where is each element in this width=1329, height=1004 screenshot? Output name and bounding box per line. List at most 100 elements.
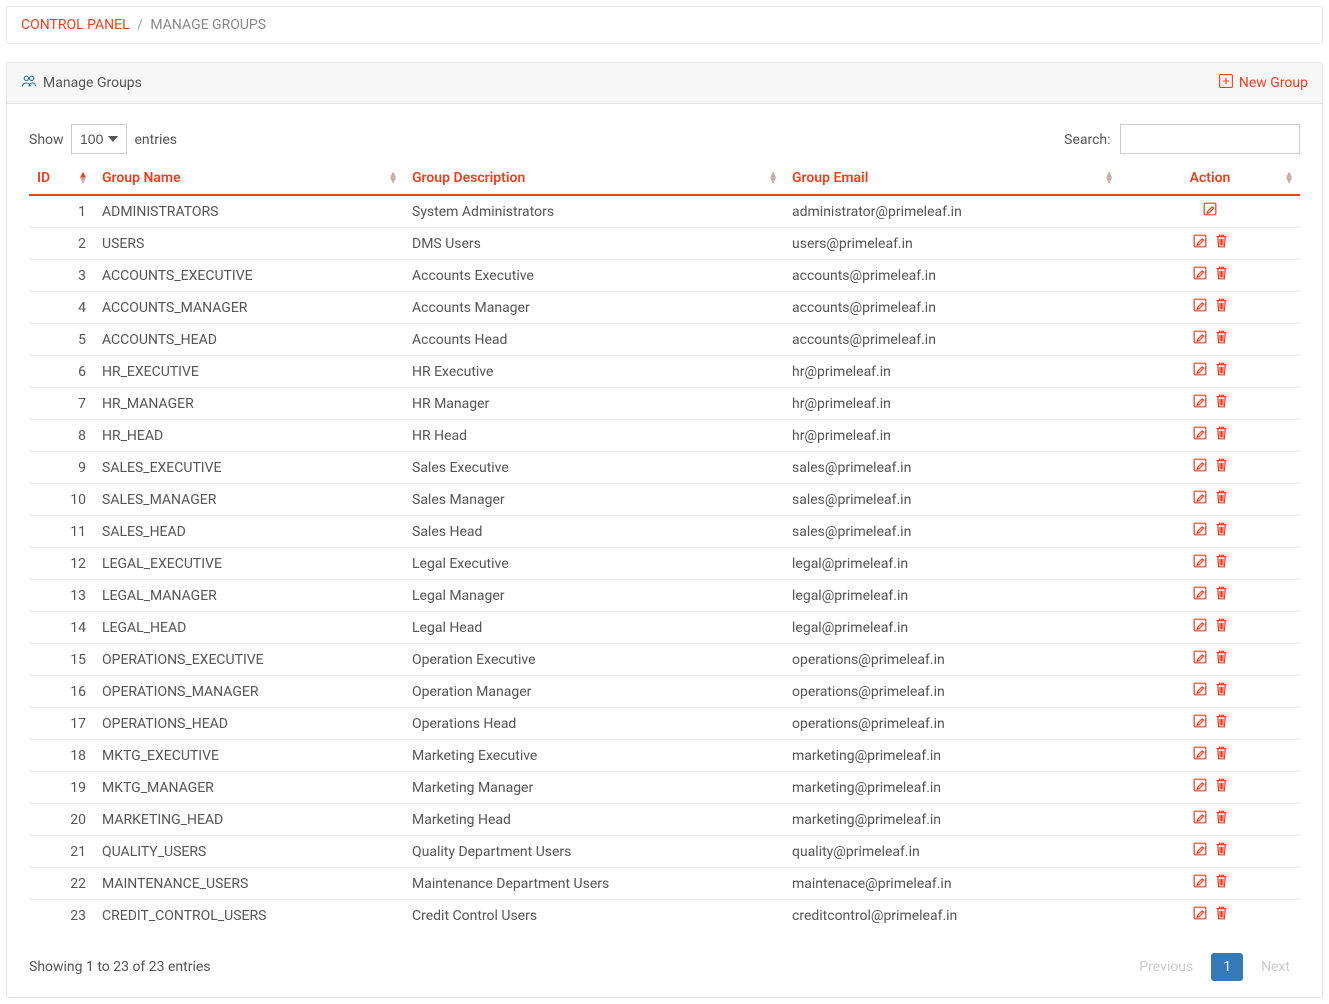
cell-action xyxy=(1120,388,1300,420)
pager-page-1[interactable]: 1 xyxy=(1211,953,1243,981)
cell-action xyxy=(1120,580,1300,612)
delete-icon[interactable] xyxy=(1214,873,1229,889)
col-email[interactable]: Group Email ▲▼ xyxy=(784,164,1120,195)
cell-name: SALES_HEAD xyxy=(94,516,404,548)
delete-icon[interactable] xyxy=(1214,457,1229,473)
col-desc[interactable]: Group Description ▲▼ xyxy=(404,164,784,195)
edit-icon[interactable] xyxy=(1192,713,1208,729)
breadcrumb: CONTROL PANEL / MANAGE GROUPS xyxy=(6,6,1323,44)
length-control: Show 100 entries xyxy=(29,124,177,154)
delete-icon[interactable] xyxy=(1214,777,1229,793)
edit-icon[interactable] xyxy=(1192,585,1208,601)
cell-id: 16 xyxy=(29,676,94,708)
edit-icon[interactable] xyxy=(1192,809,1208,825)
edit-icon[interactable] xyxy=(1192,553,1208,569)
delete-icon[interactable] xyxy=(1214,233,1229,249)
cell-action xyxy=(1120,484,1300,516)
delete-icon[interactable] xyxy=(1214,649,1229,665)
edit-icon[interactable] xyxy=(1192,777,1208,793)
cell-action xyxy=(1120,548,1300,580)
cell-id: 6 xyxy=(29,356,94,388)
edit-icon[interactable] xyxy=(1192,361,1208,377)
groups-table: ID ▲▼ Group Name ▲▼ Group Description ▲▼… xyxy=(29,164,1300,931)
cell-name: CREDIT_CONTROL_USERS xyxy=(94,900,404,932)
new-group-button[interactable]: New Group xyxy=(1218,73,1308,93)
edit-icon[interactable] xyxy=(1192,425,1208,441)
delete-icon[interactable] xyxy=(1214,713,1229,729)
edit-icon[interactable] xyxy=(1192,649,1208,665)
cell-name: LEGAL_EXECUTIVE xyxy=(94,548,404,580)
breadcrumb-root-link[interactable]: CONTROL PANEL xyxy=(21,17,130,33)
cell-action xyxy=(1120,900,1300,932)
cell-id: 8 xyxy=(29,420,94,452)
col-action[interactable]: Action ▲▼ xyxy=(1120,164,1300,195)
table-controls-bottom: Showing 1 to 23 of 23 entries Previous 1… xyxy=(29,953,1300,981)
search-input[interactable] xyxy=(1120,124,1300,154)
cell-desc: Marketing Manager xyxy=(404,772,784,804)
table-row: 10SALES_MANAGERSales Managersales@primel… xyxy=(29,484,1300,516)
sort-icon: ▲▼ xyxy=(388,172,398,184)
edit-icon[interactable] xyxy=(1192,617,1208,633)
cell-id: 3 xyxy=(29,260,94,292)
delete-icon[interactable] xyxy=(1214,329,1229,345)
cell-desc: System Administrators xyxy=(404,195,784,228)
delete-icon[interactable] xyxy=(1214,489,1229,505)
cell-desc: Operation Manager xyxy=(404,676,784,708)
cell-email: users@primeleaf.in xyxy=(784,228,1120,260)
cell-desc: Accounts Executive xyxy=(404,260,784,292)
delete-icon[interactable] xyxy=(1214,361,1229,377)
edit-icon[interactable] xyxy=(1192,329,1208,345)
delete-icon[interactable] xyxy=(1214,393,1229,409)
delete-icon[interactable] xyxy=(1214,521,1229,537)
pager-prev[interactable]: Previous xyxy=(1129,953,1203,981)
delete-icon[interactable] xyxy=(1214,265,1229,281)
edit-icon[interactable] xyxy=(1192,521,1208,537)
delete-icon[interactable] xyxy=(1214,425,1229,441)
edit-icon[interactable] xyxy=(1192,489,1208,505)
edit-icon[interactable] xyxy=(1192,297,1208,313)
edit-icon[interactable] xyxy=(1192,393,1208,409)
edit-icon[interactable] xyxy=(1192,233,1208,249)
edit-icon[interactable] xyxy=(1192,873,1208,889)
edit-icon[interactable] xyxy=(1192,745,1208,761)
cell-action xyxy=(1120,356,1300,388)
col-id[interactable]: ID ▲▼ xyxy=(29,164,94,195)
delete-icon[interactable] xyxy=(1214,905,1229,921)
cell-id: 7 xyxy=(29,388,94,420)
edit-icon[interactable] xyxy=(1192,841,1208,857)
edit-icon[interactable] xyxy=(1192,457,1208,473)
table-row: 15OPERATIONS_EXECUTIVEOperation Executiv… xyxy=(29,644,1300,676)
users-icon xyxy=(21,74,37,92)
delete-icon[interactable] xyxy=(1214,297,1229,313)
cell-email: creditcontrol@primeleaf.in xyxy=(784,900,1120,932)
cell-name: SALES_MANAGER xyxy=(94,484,404,516)
delete-icon[interactable] xyxy=(1214,841,1229,857)
delete-icon[interactable] xyxy=(1214,681,1229,697)
edit-icon[interactable] xyxy=(1192,905,1208,921)
cell-id: 17 xyxy=(29,708,94,740)
cell-desc: Marketing Executive xyxy=(404,740,784,772)
cell-desc: Sales Executive xyxy=(404,452,784,484)
cell-email: accounts@primeleaf.in xyxy=(784,260,1120,292)
cell-desc: Sales Manager xyxy=(404,484,784,516)
search-label: Search: xyxy=(1064,132,1110,148)
cell-email: quality@primeleaf.in xyxy=(784,836,1120,868)
delete-icon[interactable] xyxy=(1214,553,1229,569)
col-name[interactable]: Group Name ▲▼ xyxy=(94,164,404,195)
cell-name: ACCOUNTS_EXECUTIVE xyxy=(94,260,404,292)
table-row: 23CREDIT_CONTROL_USERSCredit Control Use… xyxy=(29,900,1300,932)
edit-icon[interactable] xyxy=(1192,265,1208,281)
table-row: 16OPERATIONS_MANAGEROperation Managerope… xyxy=(29,676,1300,708)
table-row: 19MKTG_MANAGERMarketing Managermarketing… xyxy=(29,772,1300,804)
delete-icon[interactable] xyxy=(1214,745,1229,761)
cell-action xyxy=(1120,260,1300,292)
delete-icon[interactable] xyxy=(1214,809,1229,825)
delete-icon[interactable] xyxy=(1214,617,1229,633)
cell-name: MKTG_MANAGER xyxy=(94,772,404,804)
table-row: 6HR_EXECUTIVEHR Executivehr@primeleaf.in xyxy=(29,356,1300,388)
edit-icon[interactable] xyxy=(1202,201,1218,217)
length-select[interactable]: 100 xyxy=(71,124,127,154)
delete-icon[interactable] xyxy=(1214,585,1229,601)
pager-next[interactable]: Next xyxy=(1251,953,1300,981)
edit-icon[interactable] xyxy=(1192,681,1208,697)
